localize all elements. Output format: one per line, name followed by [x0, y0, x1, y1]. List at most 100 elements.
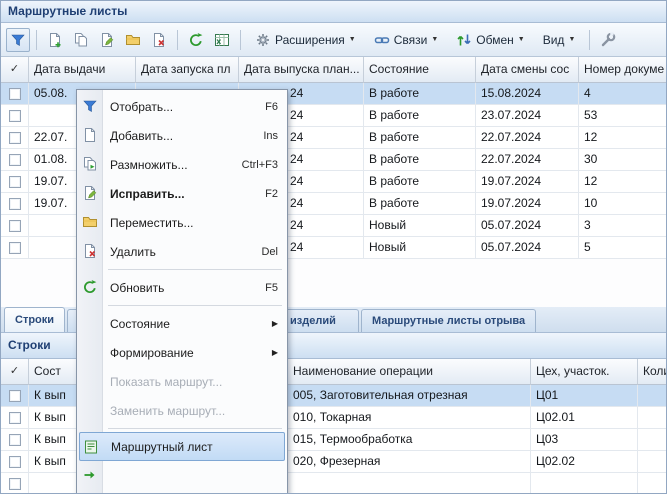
menu-item-pokazat-marshrut: Показать маршрут... — [77, 367, 287, 396]
menu-item-formirovanie[interactable]: Формирование ▶ — [77, 338, 287, 367]
menu-item-partial[interactable] — [77, 461, 287, 490]
exchange-label: Обмен — [476, 33, 514, 47]
cell-state: В работе — [364, 149, 476, 171]
toolbar-separator — [589, 30, 590, 50]
new-document-icon — [82, 127, 98, 143]
delete-document-icon — [151, 32, 167, 48]
route-sheet-icon — [83, 439, 99, 455]
cell-state-change: 15.08.2024 — [476, 83, 579, 105]
tab-stroki[interactable]: Строки — [4, 307, 65, 332]
row-checkbox[interactable] — [9, 154, 21, 166]
cell-operation-name — [288, 473, 531, 494]
menu-item-udalit[interactable]: Удалить Del — [77, 237, 287, 266]
cell-operation-name: 020, Фрезерная — [288, 451, 531, 473]
links-dropdown[interactable]: Связи ▼ — [366, 28, 447, 52]
new-document-icon — [47, 32, 63, 48]
cell-doc-number: 12 — [579, 171, 667, 193]
gear-icon — [255, 32, 271, 48]
cell-workshop: Ц02.01 — [531, 407, 638, 429]
row-checkbox[interactable] — [9, 132, 21, 144]
select-all-header[interactable]: ✓ — [1, 57, 29, 83]
column-header-operation-name[interactable]: Наименование операции — [288, 359, 531, 385]
cell-quantity — [638, 429, 667, 451]
exchange-dropdown[interactable]: Обмен ▼ — [448, 28, 532, 52]
cell-state-change: 22.07.2024 — [476, 127, 579, 149]
cell-state: Новый — [364, 237, 476, 259]
row-checkbox[interactable] — [9, 176, 21, 188]
exchange-arrows-icon — [456, 32, 472, 48]
move-button[interactable] — [121, 28, 145, 52]
column-header-state-change[interactable]: Дата смены сос — [476, 57, 579, 83]
cell-doc-number: 4 — [579, 83, 667, 105]
refresh-button[interactable] — [184, 28, 208, 52]
row-checkbox[interactable] — [9, 242, 21, 254]
folder-icon — [82, 214, 98, 230]
cell-state-change: 19.07.2024 — [476, 171, 579, 193]
extensions-dropdown[interactable]: Расширения ▼ — [247, 28, 364, 52]
cell-workshop: Ц03 — [531, 429, 638, 451]
cell-quantity — [638, 451, 667, 473]
add-button[interactable] — [43, 28, 67, 52]
menu-item-dobavit[interactable]: Добавить... Ins — [77, 121, 287, 150]
submenu-arrow-icon: ▶ — [272, 348, 278, 357]
select-all-header[interactable]: ✓ — [1, 359, 29, 385]
menu-item-peremestit[interactable]: Переместить... — [77, 208, 287, 237]
refresh-icon — [82, 279, 98, 295]
cell-doc-number: 30 — [579, 149, 667, 171]
route-sheets-window: Маршрутные листы Расширения — [0, 0, 667, 494]
cell-state: В работе — [364, 127, 476, 149]
column-header-doc-number[interactable]: Номер докуме — [579, 57, 667, 83]
column-header-quantity[interactable]: Колич — [638, 359, 667, 385]
filter-button[interactable] — [6, 28, 30, 52]
column-header-workshop[interactable]: Цех, участок. — [531, 359, 638, 385]
cell-workshop: Ц01 — [531, 385, 638, 407]
menu-item-marshrutny-list[interactable]: Маршрутный лист — [79, 432, 285, 461]
cell-quantity — [638, 473, 667, 494]
row-checkbox[interactable] — [9, 456, 21, 468]
menu-item-otobrat[interactable]: Отобрать... F6 — [77, 92, 287, 121]
cell-state-change: 19.07.2024 — [476, 193, 579, 215]
main-toolbar: Расширения ▼ Связи ▼ Обмен ▼ Вид ▼ — [1, 23, 666, 57]
row-checkbox[interactable] — [9, 220, 21, 232]
cell-quantity — [638, 385, 667, 407]
view-dropdown[interactable]: Вид ▼ — [535, 28, 584, 52]
menu-item-obnovit[interactable]: Обновить F5 — [77, 273, 287, 302]
menu-item-ispravit[interactable]: Исправить... F2 — [77, 179, 287, 208]
row-checkbox[interactable] — [9, 110, 21, 122]
chevron-down-icon: ▼ — [568, 36, 575, 43]
table-header-row: ✓ Дата выдачи Дата запуска пл Дата выпус… — [1, 57, 667, 83]
cell-operation-name: 005, Заготовительная отрезная — [288, 385, 531, 407]
tab-marshrutnye-listy-otryva[interactable]: Маршрутные листы отрыва — [361, 309, 536, 332]
wrench-icon — [600, 32, 616, 48]
refresh-icon — [188, 32, 204, 48]
cell-doc-number: 3 — [579, 215, 667, 237]
chevron-down-icon: ▼ — [431, 36, 438, 43]
context-menu: Отобрать... F6 Добавить... Ins Размножит… — [76, 89, 288, 494]
column-header-issue-date[interactable]: Дата выдачи — [29, 57, 136, 83]
edit-button[interactable] — [95, 28, 119, 52]
view-label: Вид — [543, 33, 565, 47]
row-checkbox[interactable] — [9, 198, 21, 210]
row-checkbox[interactable] — [9, 478, 21, 490]
cell-state-change: 05.07.2024 — [476, 237, 579, 259]
column-header-state[interactable]: Состояние — [364, 57, 476, 83]
settings-button[interactable] — [596, 28, 620, 52]
copy-button[interactable] — [69, 28, 93, 52]
menu-item-razmnozhit[interactable]: Размножить... Ctrl+F3 — [77, 150, 287, 179]
column-header-plan-date[interactable]: Дата выпуска план... — [239, 57, 364, 83]
row-checkbox[interactable] — [9, 88, 21, 100]
menu-item-sostoyanie[interactable]: Состояние ▶ — [77, 309, 287, 338]
filter-icon — [10, 32, 26, 48]
cell-state-change: 22.07.2024 — [476, 149, 579, 171]
row-checkbox[interactable] — [9, 390, 21, 402]
delete-button[interactable] — [147, 28, 171, 52]
window-title: Маршрутные листы — [1, 1, 666, 23]
menu-item-zamenit-marshrut: Заменить маршрут... — [77, 396, 287, 425]
cell-doc-number: 5 — [579, 237, 667, 259]
row-checkbox[interactable] — [9, 434, 21, 446]
row-checkbox[interactable] — [9, 412, 21, 424]
export-excel-button[interactable] — [210, 28, 234, 52]
column-header-launch-date[interactable]: Дата запуска пл — [136, 57, 239, 83]
cell-state: В работе — [364, 105, 476, 127]
folder-icon — [125, 32, 141, 48]
